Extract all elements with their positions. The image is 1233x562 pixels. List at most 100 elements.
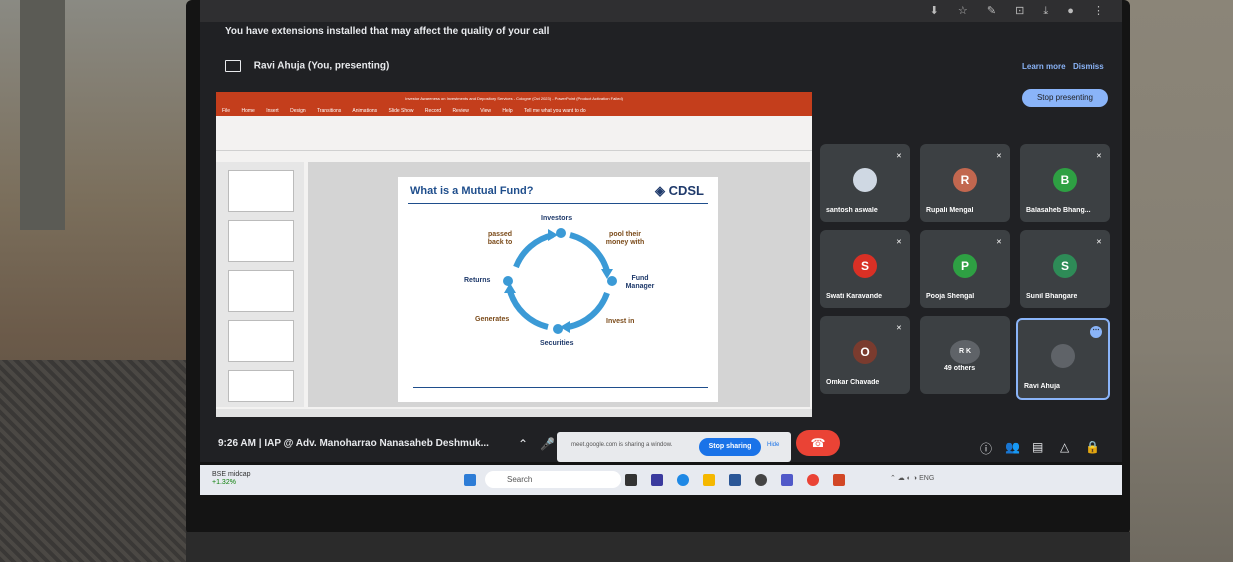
more-options-icon[interactable]: ⋯ [1090,326,1102,338]
label-passed: passed back to [487,231,513,246]
hide-link[interactable]: Hide [767,442,779,448]
presenting-banner: Ravi Ahuja (You, presenting) [225,60,389,72]
participant-tile[interactable]: ✕ O Omkar Chavade [820,316,910,394]
ppt-status-bar [216,409,812,417]
host-controls-icon[interactable]: 🔒 [1085,440,1100,454]
presenting-label: Ravi Ahuja (You, presenting) [253,60,390,72]
participant-tile[interactable]: ✕ S Sunil Bhangare [1020,230,1110,308]
microphone-icon[interactable]: 🎤 [540,437,555,451]
browser-toolbar: ⬇ ☆ ✎ ⊡ ⤓ ● ⋮ [200,0,1122,22]
ppt-tab[interactable]: Record [425,108,441,114]
slide-thumbnail[interactable] [228,370,294,402]
others-count: 49 others [944,365,976,372]
ppt-tell-me[interactable]: Tell me what you want to do [524,108,586,114]
clock-tray[interactable] [1000,474,1050,486]
muted-mic-icon: ✕ [1096,239,1102,246]
label-fund-manager: Fund Manager [625,275,655,290]
participant-tile[interactable]: ✕ P Pooja Shengal [920,230,1010,308]
file-explorer-icon[interactable] [703,474,715,486]
muted-mic-icon: ✕ [896,153,902,160]
avatar [1051,344,1075,368]
sharing-text: meet.google.com is sharing a window. [571,442,673,448]
system-tray[interactable]: ⌃ ☁ ◐ ◑ ENG [890,474,970,486]
ppt-tab[interactable]: File [222,108,230,114]
avatar: P [953,254,977,278]
extensions-notice: You have extensions installed that may a… [225,26,550,37]
activities-icon[interactable]: △ [1060,440,1069,454]
chat-app-icon[interactable] [651,474,663,486]
ppt-ribbon [216,116,812,151]
ppt-tab[interactable]: Design [290,108,306,114]
current-slide[interactable]: What is a Mutual Fund? ◈ CDSL Investors … [398,177,718,402]
participant-name: Rupali Mengal [926,207,974,214]
participant-name: Pooja Shengal [926,293,975,300]
grouped-avatars: R K [950,340,980,364]
slide-footer-line [413,387,708,388]
muted-mic-icon: ✕ [1096,153,1102,160]
participant-name: Omkar Chavade [826,379,880,386]
slide-thumbnail[interactable] [228,170,294,212]
muted-mic-icon: ✕ [996,239,1002,246]
participant-name: Ravi Ahuja [1024,383,1060,390]
taskbar-search[interactable]: Search [485,471,621,488]
slide-thumbnail[interactable] [228,270,294,312]
stop-presenting-button[interactable]: Stop presenting [1022,89,1108,107]
window-frame [20,0,65,230]
ppt-tab[interactable]: Insert [266,108,279,114]
stop-sharing-button[interactable]: Stop sharing [699,438,761,456]
label-generates: Generates [475,316,510,323]
slide-edit-area: What is a Mutual Fund? ◈ CDSL Investors … [308,162,810,407]
ppt-tab[interactable]: Review [452,108,468,114]
sharing-notification: meet.google.com is sharing a window. Sto… [557,432,791,462]
ppt-tab[interactable]: Animations [352,108,377,114]
task-view-icon[interactable] [625,474,637,486]
muted-mic-icon: ✕ [896,239,902,246]
dismiss-link[interactable]: Dismiss [1073,62,1104,71]
slide-thumbnail[interactable] [228,320,294,362]
store-icon[interactable] [729,474,741,486]
chat-icon[interactable]: ▤ [1032,440,1043,454]
stock-change: +1.32% [212,479,236,486]
app-icon[interactable] [755,474,767,486]
avatar: O [853,340,877,364]
right-background [1115,0,1233,562]
ppt-tab[interactable]: View [480,108,491,114]
windows-taskbar: BSE midcap +1.32% Search ⌃ ☁ ◐ ◑ ENG [200,465,1122,495]
carpet [0,360,200,562]
avatar: R [953,168,977,192]
ppt-tab[interactable]: Transitions [317,108,341,114]
stock-name: BSE midcap [212,471,251,478]
end-call-button[interactable]: ☎ [796,430,840,456]
laptop-base [186,532,1130,562]
participant-name: Swati Karavande [826,293,883,300]
teams-icon[interactable] [781,474,793,486]
stock-widget[interactable]: BSE midcap +1.32% [212,471,251,487]
avatar: S [853,254,877,278]
others-tile[interactable]: R K 49 others [920,316,1010,394]
browser-icons[interactable]: ⬇ ☆ ✎ ⊡ ⤓ ● ⋮ [930,4,1112,18]
participant-name: santosh aswale [826,207,878,214]
chevron-up-icon[interactable]: ⌃ [518,437,528,451]
participant-tile[interactable]: ✕ santosh aswale [820,144,910,222]
time-and-meeting-title: 9:26 AM | IAP @ Adv. Manoharrao Nanasahe… [218,438,489,449]
chrome-icon[interactable] [807,474,819,486]
ppt-ribbon-tabs: File Home Insert Design Transitions Anim… [216,106,812,116]
ppt-tab[interactable]: Home [241,108,254,114]
participant-tile[interactable]: ✕ B Balasaheb Bhang... [1020,144,1110,222]
ppt-tab[interactable]: Help [502,108,512,114]
participant-tile[interactable]: ✕ S Swati Karavande [820,230,910,308]
learn-more-link[interactable]: Learn more [1022,62,1066,71]
self-tile[interactable]: ⋯ Ravi Ahuja [1016,318,1110,400]
slide-thumbnail[interactable] [228,220,294,262]
cycle-diagram [503,228,617,334]
muted-mic-icon: ✕ [996,153,1002,160]
label-invest-in: Invest in [606,318,635,325]
info-icon[interactable]: ⓘ [980,440,992,457]
edge-icon[interactable] [677,474,689,486]
participant-tile[interactable]: ✕ R Rupali Mengal [920,144,1010,222]
powerpoint-icon[interactable] [833,474,845,486]
ppt-tab[interactable]: Slide Show [389,108,414,114]
participant-name: Sunil Bhangare [1026,293,1078,300]
windows-start-icon[interactable] [464,474,476,486]
people-icon[interactable]: 👥 [1005,440,1020,454]
